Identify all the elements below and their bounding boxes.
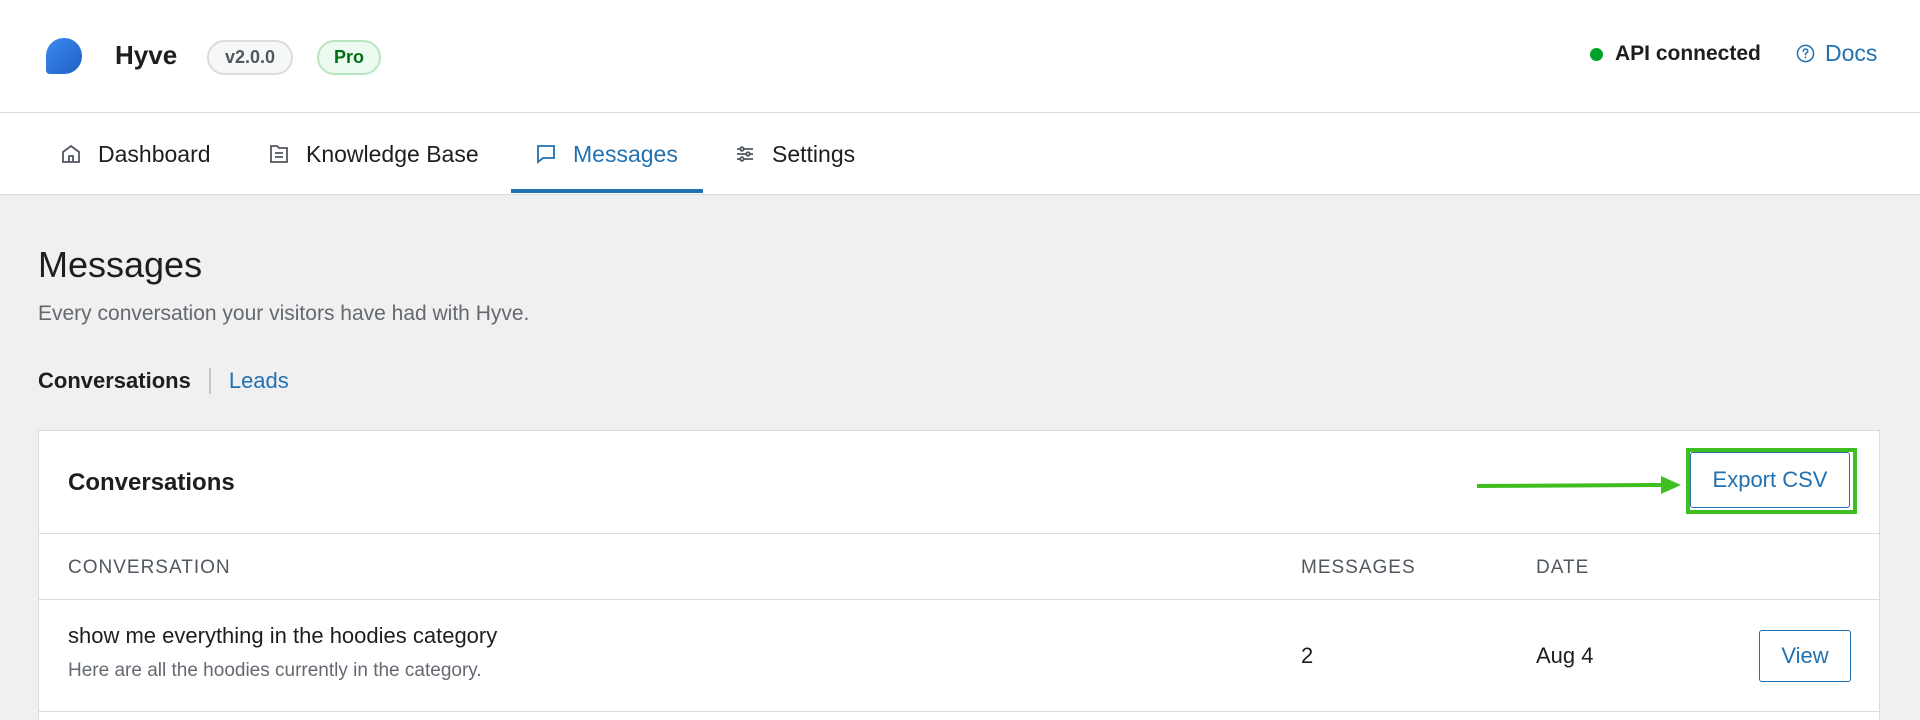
hyve-logo-icon (46, 38, 82, 74)
subtabs: Conversations Leads (38, 365, 289, 397)
tab-knowledge-base[interactable]: Knowledge Base (268, 113, 479, 195)
message-count: 2 (1301, 643, 1314, 668)
tab-label: Settings (772, 140, 856, 167)
conversation-date: Aug 4 (1536, 643, 1594, 668)
home-icon (62, 144, 80, 163)
api-status-label: API connected (1615, 42, 1761, 65)
document-icon (270, 145, 288, 163)
chat-bubble-icon (537, 145, 555, 164)
column-header-messages: MESSAGES (1301, 557, 1416, 578)
main-nav-tabs: Dashboard Knowledge Base Messages Settin… (0, 113, 1920, 195)
tab-settings[interactable]: Settings (734, 113, 855, 195)
subtab-leads[interactable]: Leads (211, 368, 289, 394)
active-tab-indicator (511, 189, 703, 193)
tab-label: Messages (573, 140, 678, 167)
card-title: Conversations (68, 469, 235, 496)
annotation-arrow-icon (1477, 476, 1681, 494)
view-button[interactable]: View (1759, 630, 1851, 682)
subtab-conversations[interactable]: Conversations (38, 368, 211, 394)
tab-label: Dashboard (98, 140, 211, 167)
conversation-title: show me everything in the hoodies catego… (68, 623, 498, 648)
tab-dashboard[interactable]: Dashboard (60, 113, 211, 195)
docs-link[interactable]: Docs (1796, 40, 1877, 67)
top-header: Hyve v2.0.0 Pro API connected Docs (0, 0, 1920, 113)
page-title: Messages (38, 244, 203, 285)
table-row[interactable]: show me everything in the hoodies catego… (39, 600, 1879, 712)
help-circle-icon (1796, 44, 1815, 63)
status-dot-icon (1590, 47, 1603, 61)
tab-messages[interactable]: Messages (535, 113, 678, 195)
docs-label: Docs (1825, 40, 1878, 66)
api-status: API connected (1590, 42, 1761, 66)
version-badge: v2.0.0 (207, 40, 293, 75)
plan-badge: Pro (317, 40, 381, 75)
sliders-icon (737, 146, 753, 162)
page-subtitle: Every conversation your visitors have ha… (38, 302, 530, 325)
conversation-snippet: Here are all the hoodies currently in th… (68, 660, 482, 681)
app-name: Hyve (115, 40, 178, 70)
column-header-date: DATE (1536, 557, 1590, 578)
column-header-conversation: CONVERSATION (68, 557, 231, 578)
table-header: CONVERSATION MESSAGES DATE (39, 534, 1879, 600)
export-csv-button[interactable]: Export CSV (1690, 452, 1850, 508)
tab-label: Knowledge Base (306, 140, 479, 167)
